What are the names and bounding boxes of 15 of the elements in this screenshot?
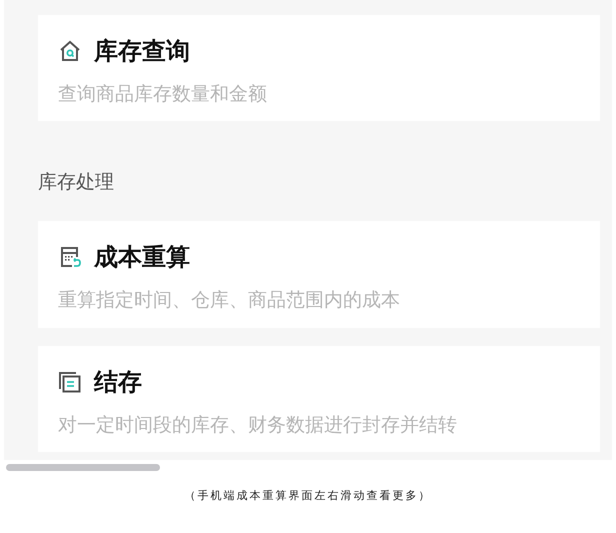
card-description: 重算指定时间、仓库、商品范围内的成本 [58,288,401,314]
layers-icon [58,370,82,394]
section-title: 库存处理 [38,170,115,196]
calculator-icon [58,245,82,270]
menu-card[interactable]: 结存 对一定时间段的库存、财务数据进行封存并结转 [38,346,600,452]
menu-card[interactable]: 库存查询 查询商品库存数量和金额 [38,15,600,122]
house-search-icon [58,39,82,63]
card-description: 对一定时间段的库存、财务数据进行封存并结转 [58,412,458,438]
scrollbar[interactable] [6,464,160,471]
card-title: 结存 [94,366,142,398]
card-title: 库存查询 [94,36,190,67]
caption: （手机端成本重算界面左右滑动查看更多） [184,488,432,503]
card-title: 成本重算 [94,242,190,274]
card-description: 查询商品库存数量和金额 [58,82,268,107]
menu-card[interactable]: 成本重算 重算指定时间、仓库、商品范围内的成本 [38,221,600,328]
